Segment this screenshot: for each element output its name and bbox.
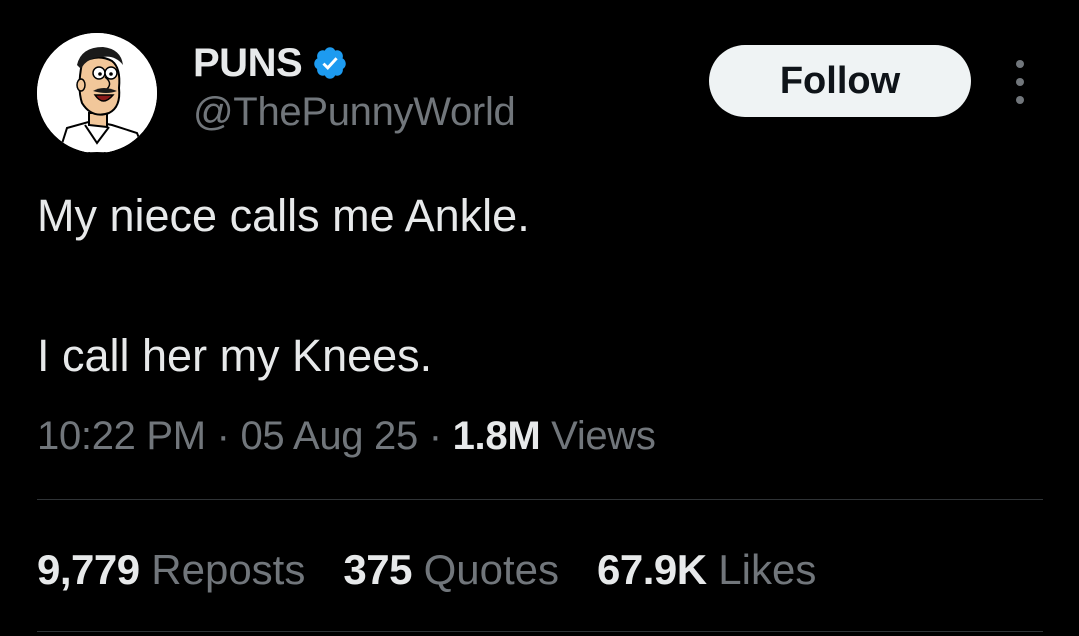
more-dot [1016,78,1024,86]
author-display-name[interactable]: PUNS [193,41,303,86]
views-count: 1.8M [452,414,541,458]
tweet-time[interactable]: 10:22 PM [37,414,206,458]
likes-stat[interactable]: 67.9K Likes [597,546,816,594]
tweet-text-line-1: My niece calls me Ankle. [37,190,530,241]
reposts-count: 9,779 [37,546,140,593]
meta-separator: · [205,414,241,458]
engagement-stats: 9,779 Reposts 375 Quotes 67.9K Likes [37,546,854,594]
verified-badge-icon [314,47,346,79]
views-label: Views [540,414,656,458]
more-dot [1016,96,1024,104]
more-dot [1016,60,1024,68]
reposts-stat[interactable]: 9,779 Reposts [37,546,305,594]
more-vertical-icon[interactable] [1006,60,1034,104]
author-name-row[interactable]: PUNS [193,38,348,88]
author-handle[interactable]: @ThePunnyWorld [193,90,516,135]
tweet-meta: 10:22 PM · 05 Aug 25 · 1.8M Views [37,414,656,459]
divider [37,631,1043,632]
reposts-label: Reposts [139,546,306,593]
follow-button[interactable]: Follow [709,45,971,117]
quotes-label: Quotes [411,546,560,593]
avatar[interactable] [37,33,157,153]
divider [37,499,1043,500]
likes-label: Likes [706,546,817,593]
meta-separator: · [417,414,453,458]
tweet-text-line-2: I call her my Knees. [37,330,433,381]
quotes-stat[interactable]: 375 Quotes [343,546,559,594]
tweet-date[interactable]: 05 Aug 25 [240,414,418,458]
quotes-count: 375 [343,546,412,593]
avatar-cartoon-image [37,33,157,153]
likes-count: 67.9K [597,546,707,593]
